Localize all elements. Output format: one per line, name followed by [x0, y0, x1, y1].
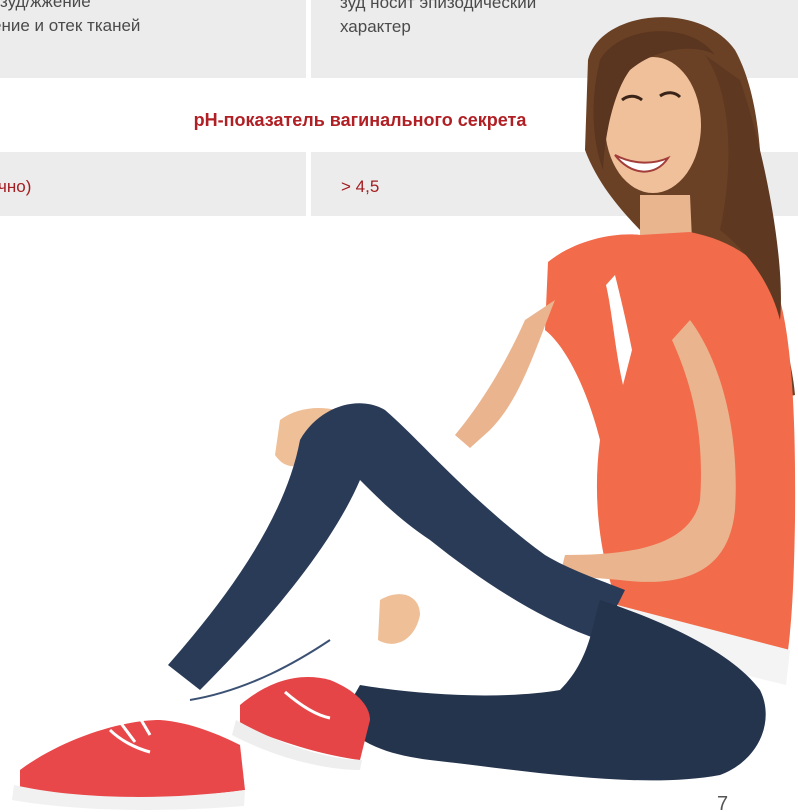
- arm-left: [455, 300, 555, 448]
- document-page: зуд/жжение ение и отек тканей зуд носит …: [0, 0, 798, 812]
- hand-right: [378, 594, 420, 644]
- sneaker-front: [20, 720, 245, 799]
- woman-photo: [12, 17, 796, 810]
- jeans-raised-leg: [168, 403, 625, 690]
- page-number: 7: [717, 793, 729, 812]
